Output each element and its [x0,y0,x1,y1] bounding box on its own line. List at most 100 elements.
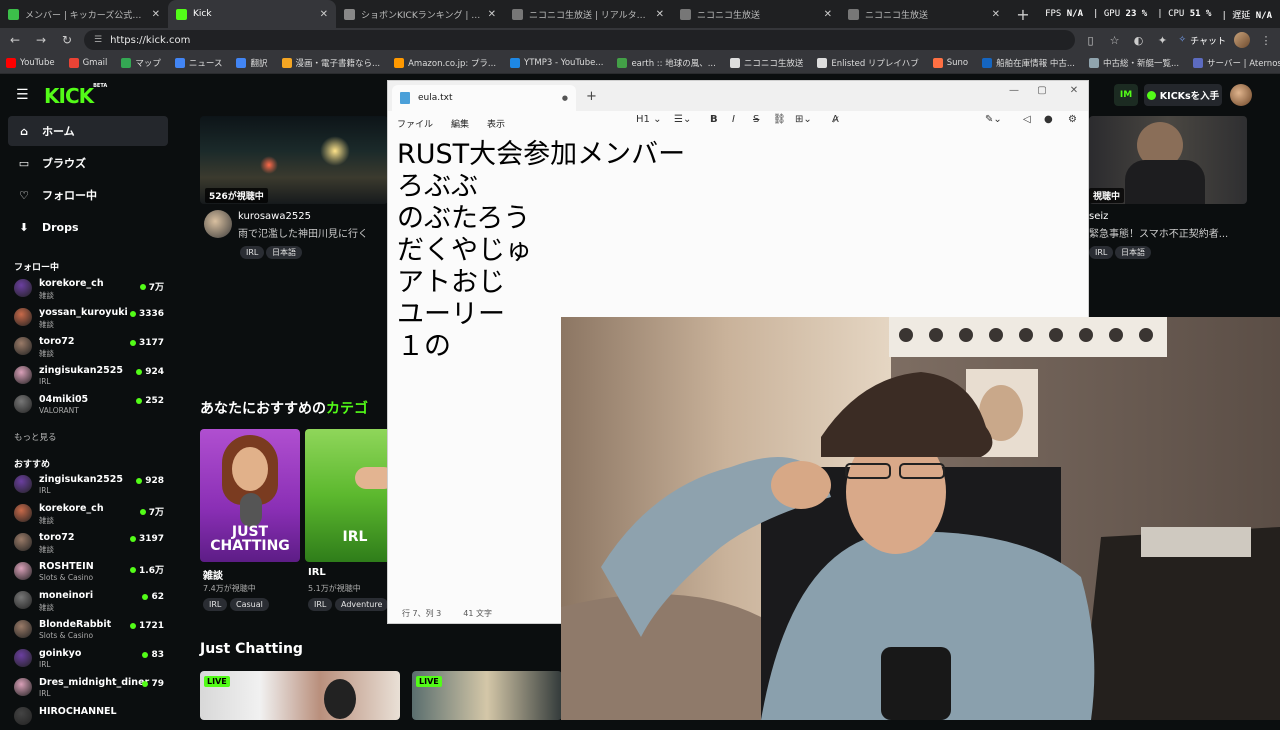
profile-avatar[interactable] [1234,32,1250,48]
bookmark-item[interactable]: YTMP3 - YouTube... [510,57,603,68]
category-name[interactable]: 雑談 [203,567,223,582]
sidebar-channel[interactable]: korekore_ch 雑談 7万 [14,276,164,302]
clear-format-icon[interactable]: A̷ [832,114,839,125]
sidebar-channel[interactable]: zingisukan2525 IRL 928 [14,472,164,498]
sidebar-channel[interactable]: toro72 雑談 3197 [14,530,164,556]
featured-right-title[interactable]: 緊急事態！スマホ不正契約者... [1089,225,1239,240]
featured-right-tag-japanese[interactable]: 日本語 [1115,246,1151,259]
forward-arrow-icon[interactable]: → [32,31,50,49]
chat-button[interactable]: ✧ チャット [1179,34,1226,47]
category-tag[interactable]: Adventure [335,598,389,611]
nav-item-0[interactable]: ⌂ ホーム [8,116,168,146]
featured-channel-name[interactable]: kurosawa2525 [238,211,311,222]
extension-icon[interactable]: ◐ [1131,34,1147,47]
table-icon[interactable]: ⊞⌄ [795,114,812,125]
site-info-icon[interactable]: ☰ [94,35,102,45]
close-icon[interactable]: ✕ [152,9,160,20]
sidebar-channel[interactable]: HIROCHANNEL [14,704,164,730]
featured-right-tag-irl[interactable]: IRL [1089,246,1114,259]
bookmark-item[interactable]: Gmail [68,57,107,68]
close-icon[interactable]: ✕ [656,9,664,20]
bookmark-item[interactable]: earth :: 地球の風、... [617,57,716,69]
featured-right-channel-name[interactable]: seiz [1089,211,1108,222]
screenshot-icon[interactable]: ▯ [1083,34,1099,47]
just-chatting-title[interactable]: Just Chatting [200,641,303,657]
share-icon[interactable]: ◁ [1023,114,1031,125]
get-kicks-button[interactable]: KICKsを入手 [1144,84,1222,106]
menu-view[interactable]: 表示 [478,117,514,130]
browser-tab-5[interactable]: ニコニコ生放送 ✕ [840,0,1008,28]
featured-channel-avatar[interactable] [204,210,232,238]
browser-tab-2[interactable]: ショボンKICKランキング | Shobon Kick ✕ [336,0,504,28]
notepad-titlebar[interactable]: eula.txt ● + — ▢ ✕ [388,81,1088,111]
browser-tab-1[interactable]: Kick ✕ [168,0,336,28]
sidebar-channel[interactable]: korekore_ch 雑談 7万 [14,501,164,527]
nav-item-3[interactable]: ⬇ Drops [8,212,168,242]
category-card-just-chatting[interactable]: JUST CHATTING [200,429,300,562]
im-badge-button[interactable]: IM [1114,84,1138,106]
nav-item-1[interactable]: ▭ ブラウズ [8,148,168,178]
unsaved-dot-icon[interactable]: ● [562,94,568,102]
sidebar-channel[interactable]: 04miki05 VALORANT 252 [14,392,164,418]
sidebar-channel[interactable]: Dres_midnight_diner IRL 79 [14,675,164,701]
close-icon[interactable]: ✕ [320,9,328,20]
bold-icon[interactable]: B [710,114,718,125]
sidebar-channel[interactable]: BlondeRabbit Slots & Casino 1721 [14,617,164,643]
stream-thumbnail[interactable] [200,671,400,720]
bookmark-item[interactable]: YouTube [6,57,55,68]
strikethrough-icon[interactable]: S [753,114,759,125]
new-notepad-tab-button[interactable]: + [586,89,597,104]
sidebar-channel[interactable]: yossan_kuroyuki 雑談 3336 [14,305,164,331]
browser-tab-4[interactable]: ニコニコ生放送 ✕ [672,0,840,28]
category-tag[interactable]: Casual [230,598,269,611]
maximize-icon[interactable]: ▢ [1032,85,1052,96]
back-arrow-icon[interactable]: ← [6,31,24,49]
link-icon[interactable]: ⛓ [773,114,786,125]
user-avatar[interactable] [1230,84,1252,106]
menu-file[interactable]: ファイル [388,117,442,130]
close-icon[interactable]: ✕ [992,9,1000,20]
category-tag[interactable]: IRL [203,598,228,611]
sidebar-channel[interactable]: ROSHTEIN Slots & Casino 1.6万 [14,559,164,585]
notepad-tab[interactable]: eula.txt ● [392,85,576,111]
hamburger-menu-icon[interactable]: ☰ [16,87,29,103]
url-input[interactable]: ☰ https://kick.com [84,30,1075,50]
bookmark-item[interactable]: 船舶在庫情報 中古... [982,57,1075,69]
bookmark-item[interactable]: サーバー | Aternos |... [1193,57,1280,69]
settings-gear-icon[interactable]: ⚙ [1068,114,1077,125]
bookmark-item[interactable]: Amazon.co.jp: プラ... [394,57,496,69]
bookmark-item[interactable]: 中古総・新艇一覧... [1088,57,1179,69]
close-icon[interactable]: ✕ [824,9,832,20]
nav-item-2[interactable]: ♡ フォロー中 [8,180,168,210]
menu-edit[interactable]: 編集 [442,117,478,130]
bookmark-item[interactable]: ニュース [174,57,222,69]
list-icon[interactable]: ☰⌄ [674,114,691,125]
kick-logo[interactable]: KICKBETA [44,83,107,108]
close-icon[interactable]: ✕ [488,9,496,20]
bookmark-item[interactable]: 漫画・電子書籍なら... [281,57,380,69]
category-tag[interactable]: IRL [308,598,333,611]
copilot-icon[interactable]: ✎⌄ [985,114,1002,125]
bookmark-item[interactable]: Enlisted リプレイハブ [817,57,919,69]
menu-dots-icon[interactable]: ⋮ [1258,34,1274,47]
italic-icon[interactable]: I [732,114,735,125]
heading-select[interactable]: H1 ⌄ [636,114,661,125]
puzzle-icon[interactable]: ✦ [1155,34,1171,47]
reload-icon[interactable]: ↻ [58,31,76,49]
bookmark-item[interactable]: Suno [932,57,968,68]
sidebar-channel[interactable]: toro72 雑談 3177 [14,334,164,360]
sidebar-channel[interactable]: zingisukan2525 IRL 924 [14,363,164,389]
close-icon[interactable]: ✕ [1064,85,1084,96]
minimize-icon[interactable]: — [1004,85,1024,96]
browser-tab-0[interactable]: メンバー | キッカーズ公式サイト ✕ [0,0,168,28]
bookmark-star-icon[interactable]: ☆ [1107,34,1123,47]
featured-tag-irl[interactable]: IRL [240,246,265,259]
new-tab-button[interactable]: + [1012,3,1034,25]
bookmark-item[interactable]: ニコニコ生放送 [729,57,803,69]
category-name[interactable]: IRL [308,567,326,578]
featured-stream-title[interactable]: 雨で氾濫した神田川見に行く [238,225,388,240]
bookmark-item[interactable]: 翻訳 [236,57,268,69]
sidebar-channel[interactable]: goinkyo IRL 83 [14,646,164,672]
account-icon[interactable]: ● [1044,114,1053,125]
show-more-link[interactable]: もっと見る [14,431,57,443]
